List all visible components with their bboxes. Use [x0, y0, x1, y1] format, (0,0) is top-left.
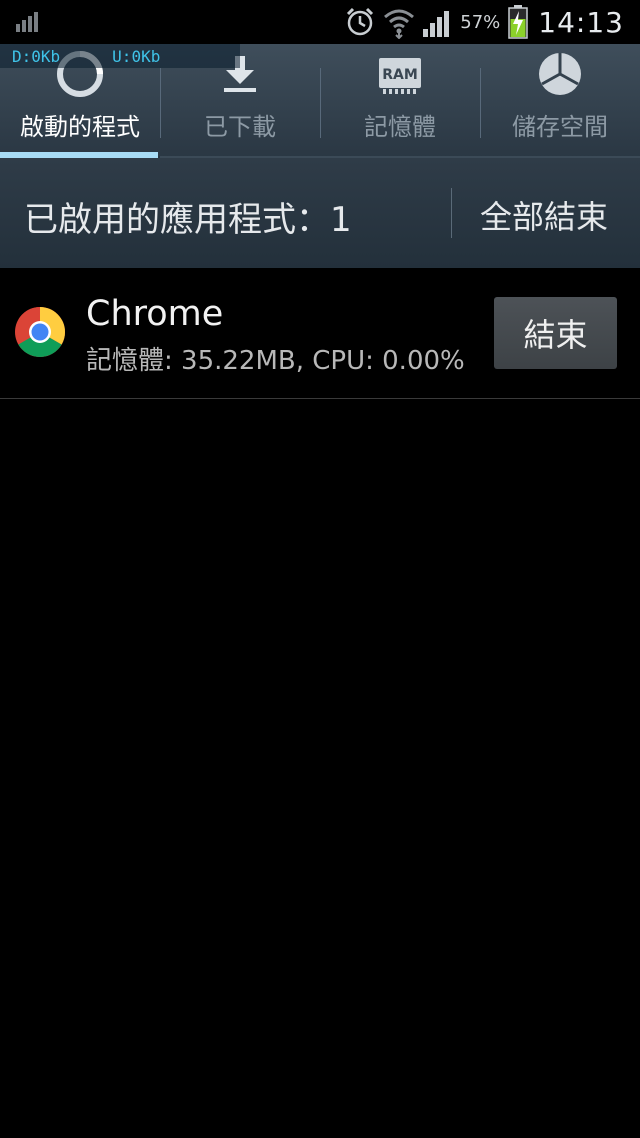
end-app-button[interactable]: 結束 — [494, 297, 617, 369]
storage-pie-icon — [535, 49, 585, 99]
tab-label: 記憶體 — [364, 113, 436, 141]
header-divider — [451, 188, 452, 238]
cell-signal-icon — [423, 11, 450, 37]
app-list: Chrome 記憶體: 35.22MB, CPU: 0.00% 結束 — [0, 268, 640, 399]
running-apps-count: 已啟用的應用程式：1 — [24, 200, 352, 240]
status-bar: 57% 14:13 — [0, 0, 640, 44]
wifi-icon — [384, 9, 415, 39]
battery-percent: 57% — [460, 11, 501, 33]
tab-divider — [480, 68, 481, 138]
row-divider — [0, 398, 640, 399]
download-speed: D:0Kb — [12, 46, 61, 66]
tab-memory[interactable]: RAM 記憶體 — [320, 44, 480, 158]
tab-divider — [320, 68, 321, 138]
tab-storage[interactable]: 儲存空間 — [480, 44, 640, 158]
tab-label: 啟動的程式 — [20, 113, 140, 141]
end-all-button[interactable]: 全部結束 — [480, 192, 608, 238]
ram-icon: RAM — [375, 49, 425, 99]
tab-label: 儲存空間 — [512, 113, 608, 141]
alarm-clock-icon — [347, 7, 374, 36]
upload-speed: U:0Kb — [112, 46, 161, 66]
battery-charging-icon — [508, 5, 529, 39]
app-name: Chrome — [86, 294, 224, 334]
running-apps-header: 已啟用的應用程式：1 全部結束 — [0, 158, 640, 268]
net-speed-overlay: D:0Kb U:0Kb — [0, 44, 240, 68]
chrome-icon — [15, 307, 65, 357]
list-item[interactable]: Chrome 記憶體: 35.22MB, CPU: 0.00% 結束 — [0, 268, 640, 399]
signal-small-icon — [16, 12, 38, 32]
app-usage-detail: 記憶體: 35.22MB, CPU: 0.00% — [86, 346, 465, 376]
clock-time: 14:13 — [538, 5, 624, 39]
tab-divider — [160, 68, 161, 138]
tab-label: 已下載 — [204, 113, 276, 141]
ram-icon-text: RAM — [382, 67, 418, 83]
